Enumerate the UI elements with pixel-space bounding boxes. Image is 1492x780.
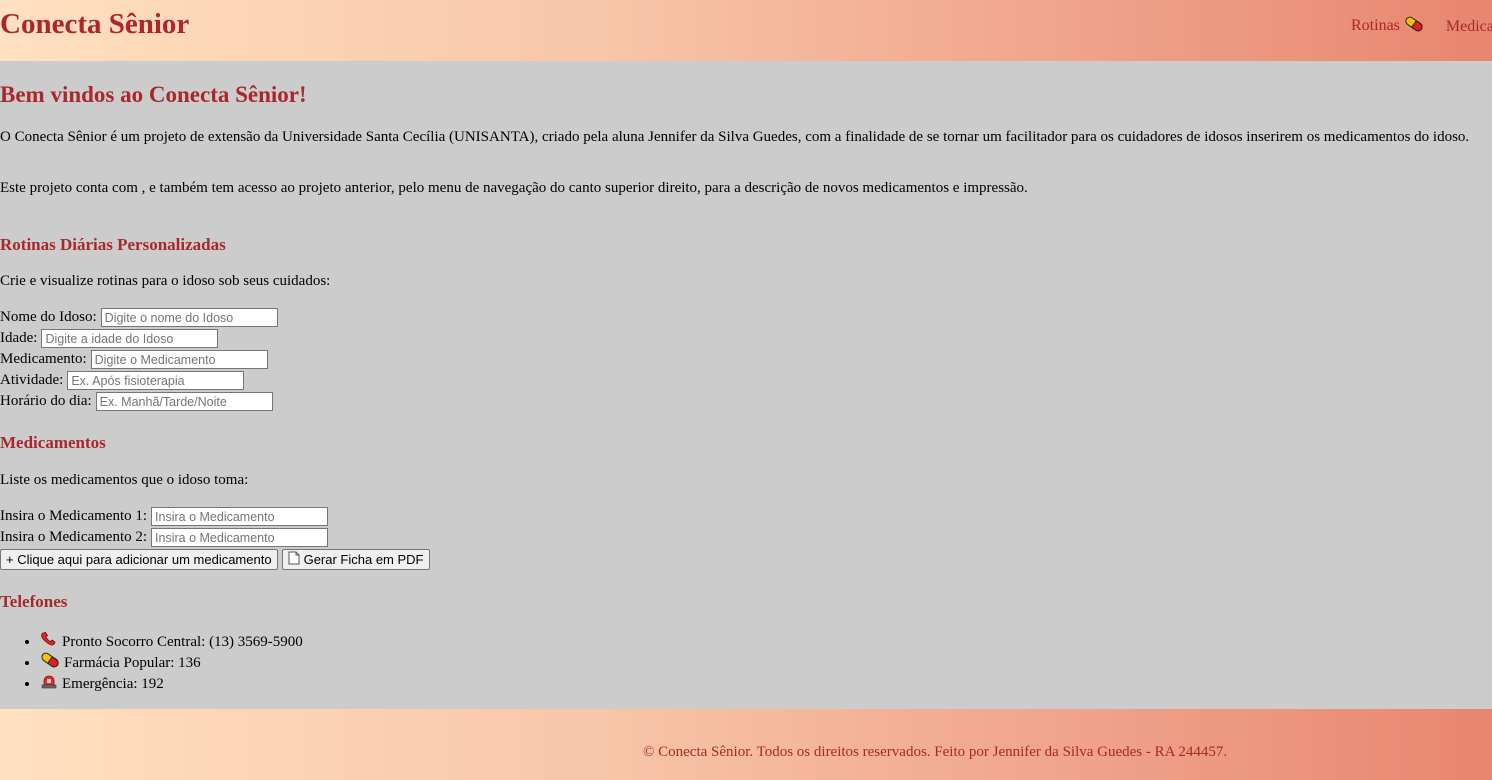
medicamento-label: Medicamento: bbox=[0, 351, 87, 367]
nav-link-rotinas[interactable]: Rotinas bbox=[1351, 16, 1424, 37]
medicamentos-title: Medicamentos bbox=[0, 433, 106, 452]
form-row-nome: Nome do Idoso: bbox=[0, 307, 278, 328]
form-row-medicamento: Medicamento: bbox=[0, 349, 268, 370]
form-row-horario: Horário do dia: bbox=[0, 391, 273, 412]
nav-link-medicamentos[interactable]: Medicamentos bbox=[1446, 18, 1492, 36]
nome-label: Nome do Idoso: bbox=[0, 309, 97, 325]
list-item: Pronto Socorro Central: (13) 3569-5900 bbox=[40, 631, 303, 652]
medicamento-input[interactable] bbox=[90, 350, 268, 369]
telefone-text: Farmácia Popular: 136 bbox=[64, 654, 201, 671]
welcome-title: Bem vindos ao Conecta Sênior! bbox=[0, 82, 307, 107]
idade-label: Idade: bbox=[0, 330, 38, 346]
med-2-label: Insira o Medicamento 2: bbox=[0, 529, 148, 545]
generate-pdf-button[interactable]: Gerar Ficha em PDF bbox=[281, 549, 430, 570]
idade-input[interactable] bbox=[41, 329, 219, 348]
telefone-text: Pronto Socorro Central: (13) 3569-5900 bbox=[62, 633, 303, 650]
add-medicamento-label: + Clique aqui para adicionar um medicame… bbox=[6, 552, 272, 567]
rotinas-description: Crie e visualize rotinas para o idoso so… bbox=[0, 273, 331, 289]
horario-input[interactable] bbox=[95, 392, 273, 411]
pill-icon bbox=[1404, 16, 1424, 37]
telefones-list: Pronto Socorro Central: (13) 3569-5900 F… bbox=[0, 631, 303, 694]
site-header: Conecta Sênior Rotinas Medicamentos bbox=[0, 0, 1492, 61]
intro-paragraph-2: Este projeto conta com , e também tem ac… bbox=[0, 180, 1028, 196]
form-row-atividade: Atividade: bbox=[0, 370, 245, 391]
med-1-input[interactable] bbox=[151, 507, 329, 526]
form-row-med-2: Insira o Medicamento 2: bbox=[0, 527, 329, 548]
telefone-text: Emergência: 192 bbox=[62, 675, 164, 692]
form-row-med-1: Insira o Medicamento 1: bbox=[0, 506, 329, 527]
form-row-idade: Idade: bbox=[0, 328, 219, 349]
horario-label: Horário do dia: bbox=[0, 393, 92, 409]
nome-input[interactable] bbox=[100, 308, 278, 327]
main-nav: Rotinas Medicamentos bbox=[1351, 16, 1492, 37]
siren-icon bbox=[40, 673, 58, 696]
generate-pdf-label: Gerar Ficha em PDF bbox=[303, 552, 424, 567]
medicamentos-description: Liste os medicamentos que o idoso toma: bbox=[0, 472, 249, 488]
telefones-title: Telefones bbox=[0, 592, 68, 611]
atividade-label: Atividade: bbox=[0, 372, 64, 388]
site-footer: © Conecta Sênior. Todos os direitos rese… bbox=[0, 709, 1492, 780]
pill-icon bbox=[40, 652, 60, 675]
footer-text: © Conecta Sênior. Todos os direitos rese… bbox=[643, 744, 1228, 760]
add-medicamento-button[interactable]: + Clique aqui para adicionar um medicame… bbox=[0, 549, 278, 570]
nav-link-label: Rotinas bbox=[1351, 17, 1400, 35]
list-item: Farmácia Popular: 136 bbox=[40, 652, 303, 673]
atividade-input[interactable] bbox=[67, 371, 245, 390]
med-1-label: Insira o Medicamento 1: bbox=[0, 508, 148, 524]
main-content: Bem vindos ao Conecta Sênior! O Conecta … bbox=[0, 61, 1492, 709]
rotinas-title: Rotinas Diárias Personalizadas bbox=[0, 235, 226, 254]
medicamentos-actions: + Clique aqui para adicionar um medicame… bbox=[0, 549, 430, 570]
intro-paragraph-1: O Conecta Sênior é um projeto de extensã… bbox=[0, 129, 1470, 145]
med-2-input[interactable] bbox=[151, 528, 329, 547]
phone-icon bbox=[40, 631, 58, 654]
list-item: Emergência: 192 bbox=[40, 673, 303, 694]
site-brand: Conecta Sênior bbox=[0, 8, 190, 40]
document-icon bbox=[288, 551, 300, 568]
